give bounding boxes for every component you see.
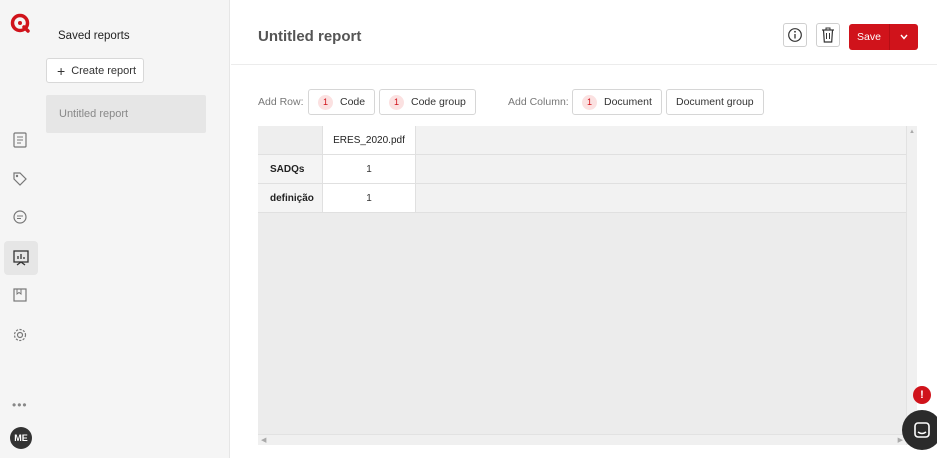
more-menu-icon[interactable]: ••• bbox=[12, 398, 28, 412]
column-header[interactable]: ERES_2020.pdf bbox=[323, 126, 416, 155]
panel-title: Saved reports bbox=[58, 30, 130, 42]
chat-launcher-button[interactable] bbox=[902, 410, 937, 450]
horizontal-scrollbar[interactable]: ◀ ▶ bbox=[258, 434, 906, 445]
row-chip-code[interactable]: 1 Code bbox=[308, 89, 376, 115]
save-button[interactable]: Save bbox=[849, 24, 918, 50]
chip-label: Code group bbox=[411, 96, 466, 108]
report-header: Untitled report Save bbox=[231, 0, 937, 65]
add-column-label: Add Column: bbox=[508, 96, 569, 108]
chip-count: 1 bbox=[582, 94, 597, 110]
scroll-up-icon[interactable]: ▲ bbox=[909, 129, 915, 135]
reports-icon[interactable] bbox=[4, 241, 38, 275]
saved-report-item[interactable]: Untitled report bbox=[46, 95, 206, 133]
column-chip-document[interactable]: 1 Document bbox=[572, 89, 662, 115]
row-fill bbox=[416, 155, 906, 184]
app-logo-icon[interactable] bbox=[9, 12, 31, 34]
notification-badge[interactable]: ! bbox=[913, 386, 931, 404]
row-fill bbox=[416, 184, 906, 213]
chip-count: 1 bbox=[318, 94, 333, 110]
create-report-label: Create report bbox=[71, 64, 136, 77]
row-header[interactable]: SADQs bbox=[258, 155, 323, 184]
plus-icon: + bbox=[57, 62, 66, 79]
header-fill bbox=[416, 126, 906, 155]
report-toolbar: Add Row: 1 Code 1 Code group Add Column:… bbox=[258, 89, 918, 115]
page-title[interactable]: Untitled report bbox=[258, 28, 361, 45]
scroll-left-icon[interactable]: ◀ bbox=[261, 436, 266, 444]
info-button[interactable] bbox=[783, 23, 807, 47]
table-corner bbox=[258, 126, 323, 155]
comment-icon[interactable] bbox=[11, 208, 29, 226]
scroll-right-icon[interactable]: ▶ bbox=[898, 436, 903, 444]
settings-icon[interactable] bbox=[11, 326, 29, 344]
chevron-down-icon bbox=[900, 34, 908, 40]
add-row-label: Add Row: bbox=[258, 96, 304, 108]
column-chip-document-group[interactable]: Document group bbox=[666, 89, 764, 115]
bookmark-icon[interactable] bbox=[11, 286, 29, 304]
tag-icon[interactable] bbox=[11, 170, 29, 188]
delete-button[interactable] bbox=[816, 23, 840, 47]
row-chip-code-group[interactable]: 1 Code group bbox=[379, 89, 476, 115]
saved-reports-panel: Saved reports + Create report Untitled r… bbox=[44, 0, 230, 458]
chip-label: Code bbox=[340, 96, 366, 108]
chip-label: Document group bbox=[676, 96, 754, 108]
chat-icon bbox=[914, 422, 930, 438]
trash-icon bbox=[822, 27, 834, 43]
icon-rail: ••• ME bbox=[0, 0, 44, 458]
table-cell[interactable]: 1 bbox=[323, 155, 416, 184]
chip-count: 1 bbox=[389, 94, 404, 110]
chip-label: Document bbox=[604, 96, 652, 108]
row-header[interactable]: definição bbox=[258, 184, 323, 213]
info-icon bbox=[788, 28, 802, 42]
save-label: Save bbox=[857, 31, 881, 43]
user-avatar[interactable]: ME bbox=[10, 427, 32, 449]
create-report-button[interactable]: + Create report bbox=[46, 58, 144, 83]
save-options-button[interactable] bbox=[889, 24, 918, 50]
table-cell[interactable]: 1 bbox=[323, 184, 416, 213]
documents-icon[interactable] bbox=[11, 131, 29, 149]
report-table: ERES_2020.pdf SADQs 1 definição 1 ▲ ◀ ▶ bbox=[258, 126, 917, 445]
